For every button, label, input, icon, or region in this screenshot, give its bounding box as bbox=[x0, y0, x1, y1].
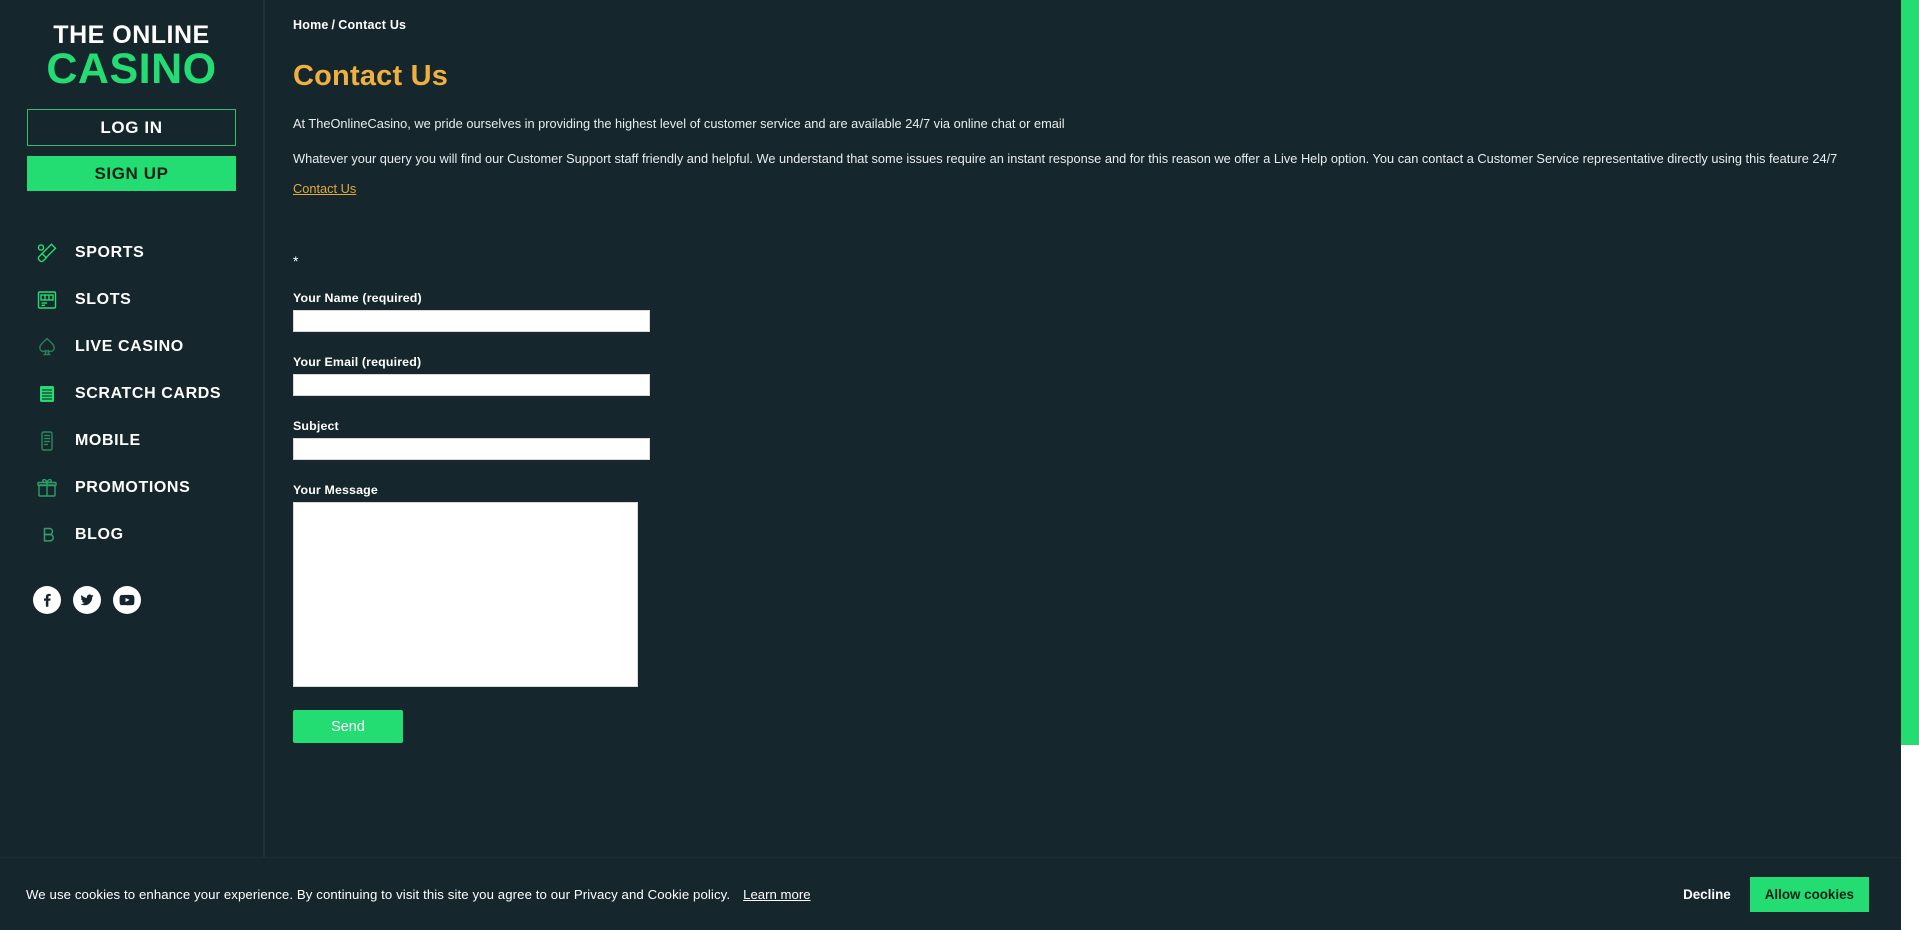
youtube-icon[interactable] bbox=[113, 586, 141, 615]
sidebar-item-blog[interactable]: BLOG bbox=[0, 511, 263, 558]
cricket-bat-ball-icon bbox=[33, 239, 61, 267]
sidebar-item-mobile[interactable]: MOBILE bbox=[0, 417, 263, 464]
breadcrumb-separator: / bbox=[331, 18, 336, 32]
auth-buttons: LOG IN SIGN UP bbox=[0, 109, 263, 192]
required-asterisk: * bbox=[293, 253, 299, 270]
page-title: Contact Us bbox=[293, 60, 449, 92]
contact-form: * Your Name (required) Your Email (requi… bbox=[293, 253, 1919, 744]
mobile-phone-icon bbox=[33, 427, 61, 455]
slot-machine-icon bbox=[33, 286, 61, 314]
breadcrumb-current: Contact Us bbox=[338, 18, 407, 32]
your-name-label: Your Name (required) bbox=[293, 291, 422, 306]
cookie-consent-bar: We use cookies to enhance your experienc… bbox=[0, 857, 1919, 930]
sidebar-item-label: SCRATCH CARDS bbox=[75, 384, 222, 402]
cookie-actions: Decline Allow cookies bbox=[1683, 876, 1893, 912]
subject-label: Subject bbox=[293, 419, 339, 434]
sidebar: THE ONLINE CASINO LOG IN SIGN UP SPORTS bbox=[0, 0, 265, 857]
allow-cookies-button[interactable]: Allow cookies bbox=[1749, 876, 1869, 912]
sidebar-item-scratch-cards[interactable]: SCRATCH CARDS bbox=[0, 370, 263, 417]
sidebar-item-slots[interactable]: SLOTS bbox=[0, 276, 263, 323]
your-name-input[interactable] bbox=[293, 310, 650, 333]
field-your-email: Your Email (required) bbox=[293, 355, 1919, 397]
contact-us-link[interactable]: Contact Us bbox=[293, 181, 356, 196]
sidebar-item-label: MOBILE bbox=[75, 431, 141, 449]
social-links bbox=[0, 586, 263, 615]
send-button[interactable]: Send bbox=[293, 710, 403, 744]
signup-button[interactable]: SIGN UP bbox=[27, 156, 236, 192]
intro-paragraph-2: Whatever your query you will find our Cu… bbox=[293, 150, 1838, 166]
logo-line-bottom: CASINO bbox=[46, 45, 217, 94]
decline-cookies-button[interactable]: Decline bbox=[1683, 887, 1731, 902]
sidebar-item-live-casino[interactable]: LIVE CASINO bbox=[0, 323, 263, 370]
field-your-name: Your Name (required) bbox=[293, 291, 1919, 333]
login-button[interactable]: LOG IN bbox=[27, 109, 236, 147]
your-email-input[interactable] bbox=[293, 374, 650, 397]
sidebar-item-label: LIVE CASINO bbox=[75, 337, 184, 355]
subject-input[interactable] bbox=[293, 438, 650, 461]
sidebar-item-sports[interactable]: SPORTS bbox=[0, 229, 263, 276]
breadcrumb: Home / Contact Us bbox=[293, 18, 1919, 32]
sidebar-item-label: PROMOTIONS bbox=[75, 478, 191, 496]
field-your-message: Your Message bbox=[293, 483, 1919, 688]
gift-icon bbox=[33, 474, 61, 502]
facebook-icon[interactable] bbox=[33, 586, 61, 615]
twitter-icon[interactable] bbox=[73, 586, 101, 615]
your-message-textarea[interactable] bbox=[293, 502, 638, 688]
main-content: Home / Contact Us Contact Us At TheOnlineC… bbox=[267, 0, 1919, 857]
page-scrollbar-thumb[interactable] bbox=[1901, 0, 1919, 745]
sidebar-nav: SPORTS SLOTS LIVE CASINO SCRATCH CARDS M… bbox=[0, 229, 263, 558]
sidebar-item-label: SPORTS bbox=[75, 243, 145, 261]
cookie-message: We use cookies to enhance your experienc… bbox=[26, 886, 731, 902]
sidebar-item-label: SLOTS bbox=[75, 290, 132, 308]
sidebar-item-promotions[interactable]: PROMOTIONS bbox=[0, 464, 263, 511]
spade-icon bbox=[33, 333, 61, 361]
page-scrollbar-track[interactable] bbox=[1901, 0, 1919, 930]
sidebar-item-label: BLOG bbox=[75, 525, 124, 543]
intro-paragraph-1: At TheOnlineCasino, we pride ourselves i… bbox=[293, 116, 1065, 131]
learn-more-link[interactable]: Learn more bbox=[743, 887, 810, 902]
field-subject: Subject bbox=[293, 419, 1919, 461]
blog-icon bbox=[33, 521, 61, 549]
your-email-label: Your Email (required) bbox=[293, 355, 422, 370]
your-message-label: Your Message bbox=[293, 483, 378, 498]
scratch-cards-icon bbox=[33, 380, 61, 408]
page-root: THE ONLINE CASINO LOG IN SIGN UP SPORTS bbox=[0, 0, 1919, 930]
site-logo[interactable]: THE ONLINE CASINO bbox=[0, 14, 263, 109]
breadcrumb-home-link[interactable]: Home bbox=[293, 18, 329, 32]
